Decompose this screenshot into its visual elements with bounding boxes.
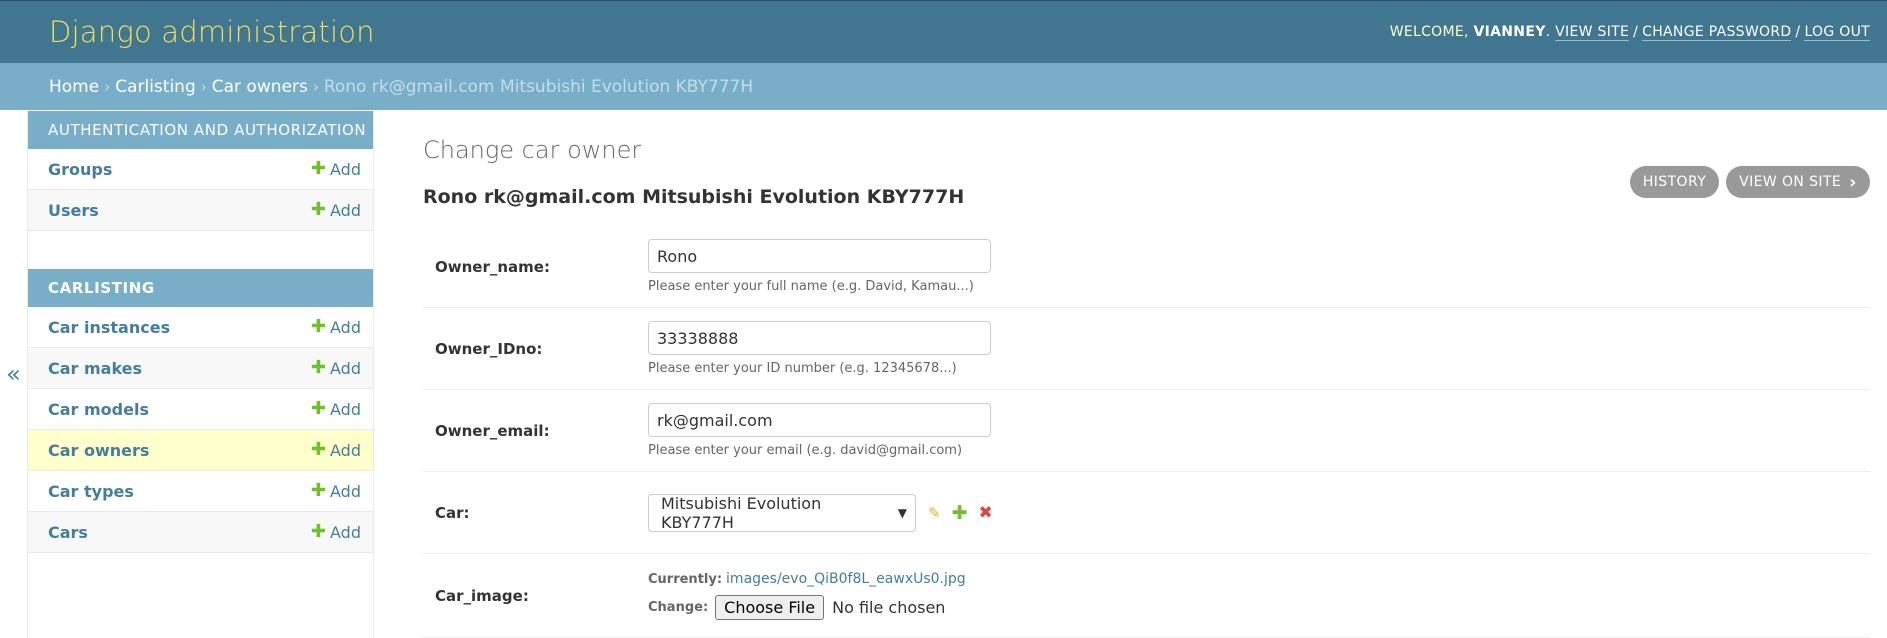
breadcrumb-current: Rono rk@gmail.com Mitsubishi Evolution K… [323,76,754,97]
header: Django administration WELCOME, VIANNEY. … [0,0,1887,63]
breadcrumb-separator: › [200,77,207,96]
current-image-link[interactable]: images/evo_QiB0f8L_eawxUs0.jpg [726,571,966,587]
sidebar-item-label[interactable]: Car owners [48,441,149,460]
sidebar-item-label[interactable]: Car models [48,400,149,419]
sidebar-item-users: Users ✚ Add [28,190,373,231]
car-image-label: Car_image: [435,586,529,605]
sidebar-item-label[interactable]: Users [48,201,99,220]
sidebar-item-car-models: Car models ✚ Add [28,389,373,430]
currently-label: Currently: [648,571,723,587]
add-label: Add [330,481,361,501]
add-users-link[interactable]: ✚ Add [311,201,361,220]
add-car-owners-link[interactable]: ✚ Add [311,441,361,460]
page-title: Change car owner [423,136,642,164]
owner-name-input[interactable]: Rono [648,239,991,273]
view-site-link[interactable]: VIEW SITE [1555,24,1630,41]
add-car-makes-link[interactable]: ✚ Add [311,359,361,378]
owner-email-label: Owner_email: [435,421,550,440]
owner-idno-input[interactable]: 33338888 [648,321,991,355]
owner-idno-help: Please enter your ID number (e.g. 123456… [648,361,957,376]
chevron-down-icon: ▼ [897,505,907,520]
plus-icon: ✚ [310,316,327,337]
module-auth: AUTHENTICATION AND AUTHORIZATION Groups … [28,111,373,231]
module-caption[interactable]: CARLISTING [28,269,373,307]
module-caption[interactable]: AUTHENTICATION AND AUTHORIZATION [28,111,373,149]
sidebar-item-label[interactable]: Groups [48,160,112,179]
add-car-types-link[interactable]: ✚ Add [311,482,361,501]
breadcrumb: Home › Carlisting › Car owners › Rono rk… [0,63,1887,110]
add-cars-link[interactable]: ✚ Add [311,523,361,542]
add-label: Add [330,522,361,542]
double-chevron-left-icon: « [6,360,21,388]
owner-email-input[interactable]: rk@gmail.com [648,403,991,437]
sidebar-item-car-instances: Car instances ✚ Add [28,307,373,348]
owner-email-help: Please enter your email (e.g. david@gmai… [648,443,963,458]
plus-icon: ✚ [310,439,327,460]
user-tools: WELCOME, VIANNEY. VIEW SITE / CHANGE PASSW… [1389,24,1870,41]
sidebar: AUTHENTICATION AND AUTHORIZATION Groups … [28,110,374,638]
sidebar-item-car-types: Car types ✚ Add [28,471,373,512]
cross-icon[interactable]: ✖ [979,503,993,523]
owner-idno-label: Owner_IDno: [435,339,543,358]
object-tools: HISTORY VIEW ON SITE › [1629,166,1870,198]
plus-icon: ✚ [310,480,327,501]
breadcrumb-separator: › [312,77,319,96]
view-on-site-button[interactable]: VIEW ON SITE › [1726,166,1870,198]
breadcrumb-home[interactable]: Home [49,77,99,97]
sidebar-item-cars: Cars ✚ Add [28,512,373,553]
sidebar-item-groups: Groups ✚ Add [28,149,373,190]
car-select-value: Mitsubishi Evolution KBY777H [661,493,822,532]
add-label: Add [330,440,361,460]
sidebar-item-label[interactable]: Cars [48,523,88,542]
add-label: Add [330,159,361,179]
welcome-text: WELCOME, [1389,24,1469,40]
add-label: Add [330,399,361,419]
module-carlisting: CARLISTING Car instances ✚ Add Car makes … [28,269,373,553]
add-label: Add [330,358,361,378]
sidebar-item-label[interactable]: Car instances [48,318,170,337]
plus-icon: ✚ [310,398,327,419]
plus-icon: ✚ [310,521,327,542]
add-car-instances-link[interactable]: ✚ Add [311,318,361,337]
sidebar-item-car-makes: Car makes ✚ Add [28,348,373,389]
choose-file-button[interactable]: Choose File [715,595,825,620]
related-widget-links: ✎ ✚ ✖ [928,502,993,524]
log-out-link[interactable]: LOG OUT [1804,24,1870,41]
username: VIANNEY [1473,24,1546,40]
plus-icon: ✚ [310,199,327,220]
sidebar-item-car-owners: Car owners ✚ Add [28,430,373,471]
sidebar-toggle-button[interactable]: « [0,110,28,638]
form-row-owner-email: Owner_email: rk@gmail.com Please enter y… [423,390,1870,472]
add-car-models-link[interactable]: ✚ Add [311,400,361,419]
form-row-car: Car: Mitsubishi Evolution KBY777H ▼ ✎ ✚ … [423,472,1870,554]
sidebar-item-label[interactable]: Car makes [48,359,142,378]
view-on-site-label: VIEW ON SITE [1739,174,1842,190]
add-label: Add [330,317,361,337]
site-branding[interactable]: Django administration [49,15,375,49]
breadcrumb-model[interactable]: Car owners [212,77,308,97]
breadcrumb-separator: › [104,77,111,96]
sidebar-item-label[interactable]: Car types [48,482,134,501]
chevron-right-icon: › [1849,171,1857,193]
pencil-icon[interactable]: ✎ [928,504,941,522]
breadcrumb-app[interactable]: Carlisting [115,77,196,97]
form-row-car-image: Car_image: Currently: images/evo_QiB0f8L… [423,554,1870,638]
plus-icon: ✚ [310,158,327,179]
form-row-owner-idno: Owner_IDno: 33338888 Please enter your I… [423,308,1870,390]
change-label: Change: [648,600,709,615]
no-file-chosen-text: No file chosen [832,598,946,617]
owner-name-label: Owner_name: [435,257,550,276]
car-label: Car: [435,503,470,522]
plus-icon: ✚ [310,357,327,378]
history-button[interactable]: HISTORY [1629,166,1720,198]
car-select[interactable]: Mitsubishi Evolution KBY777H ▼ [648,493,916,532]
form-row-owner-name: Owner_name: Rono Please enter your full … [423,226,1870,308]
add-groups-link[interactable]: ✚ Add [311,160,361,179]
content: Change car owner Rono rk@gmail.com Mitsu… [374,110,1887,638]
change-password-link[interactable]: CHANGE PASSWORD [1642,24,1792,41]
owner-name-help: Please enter your full name (e.g. David,… [648,279,974,294]
plus-icon[interactable]: ✚ [952,502,968,524]
history-label: HISTORY [1642,174,1707,190]
add-label: Add [330,200,361,220]
